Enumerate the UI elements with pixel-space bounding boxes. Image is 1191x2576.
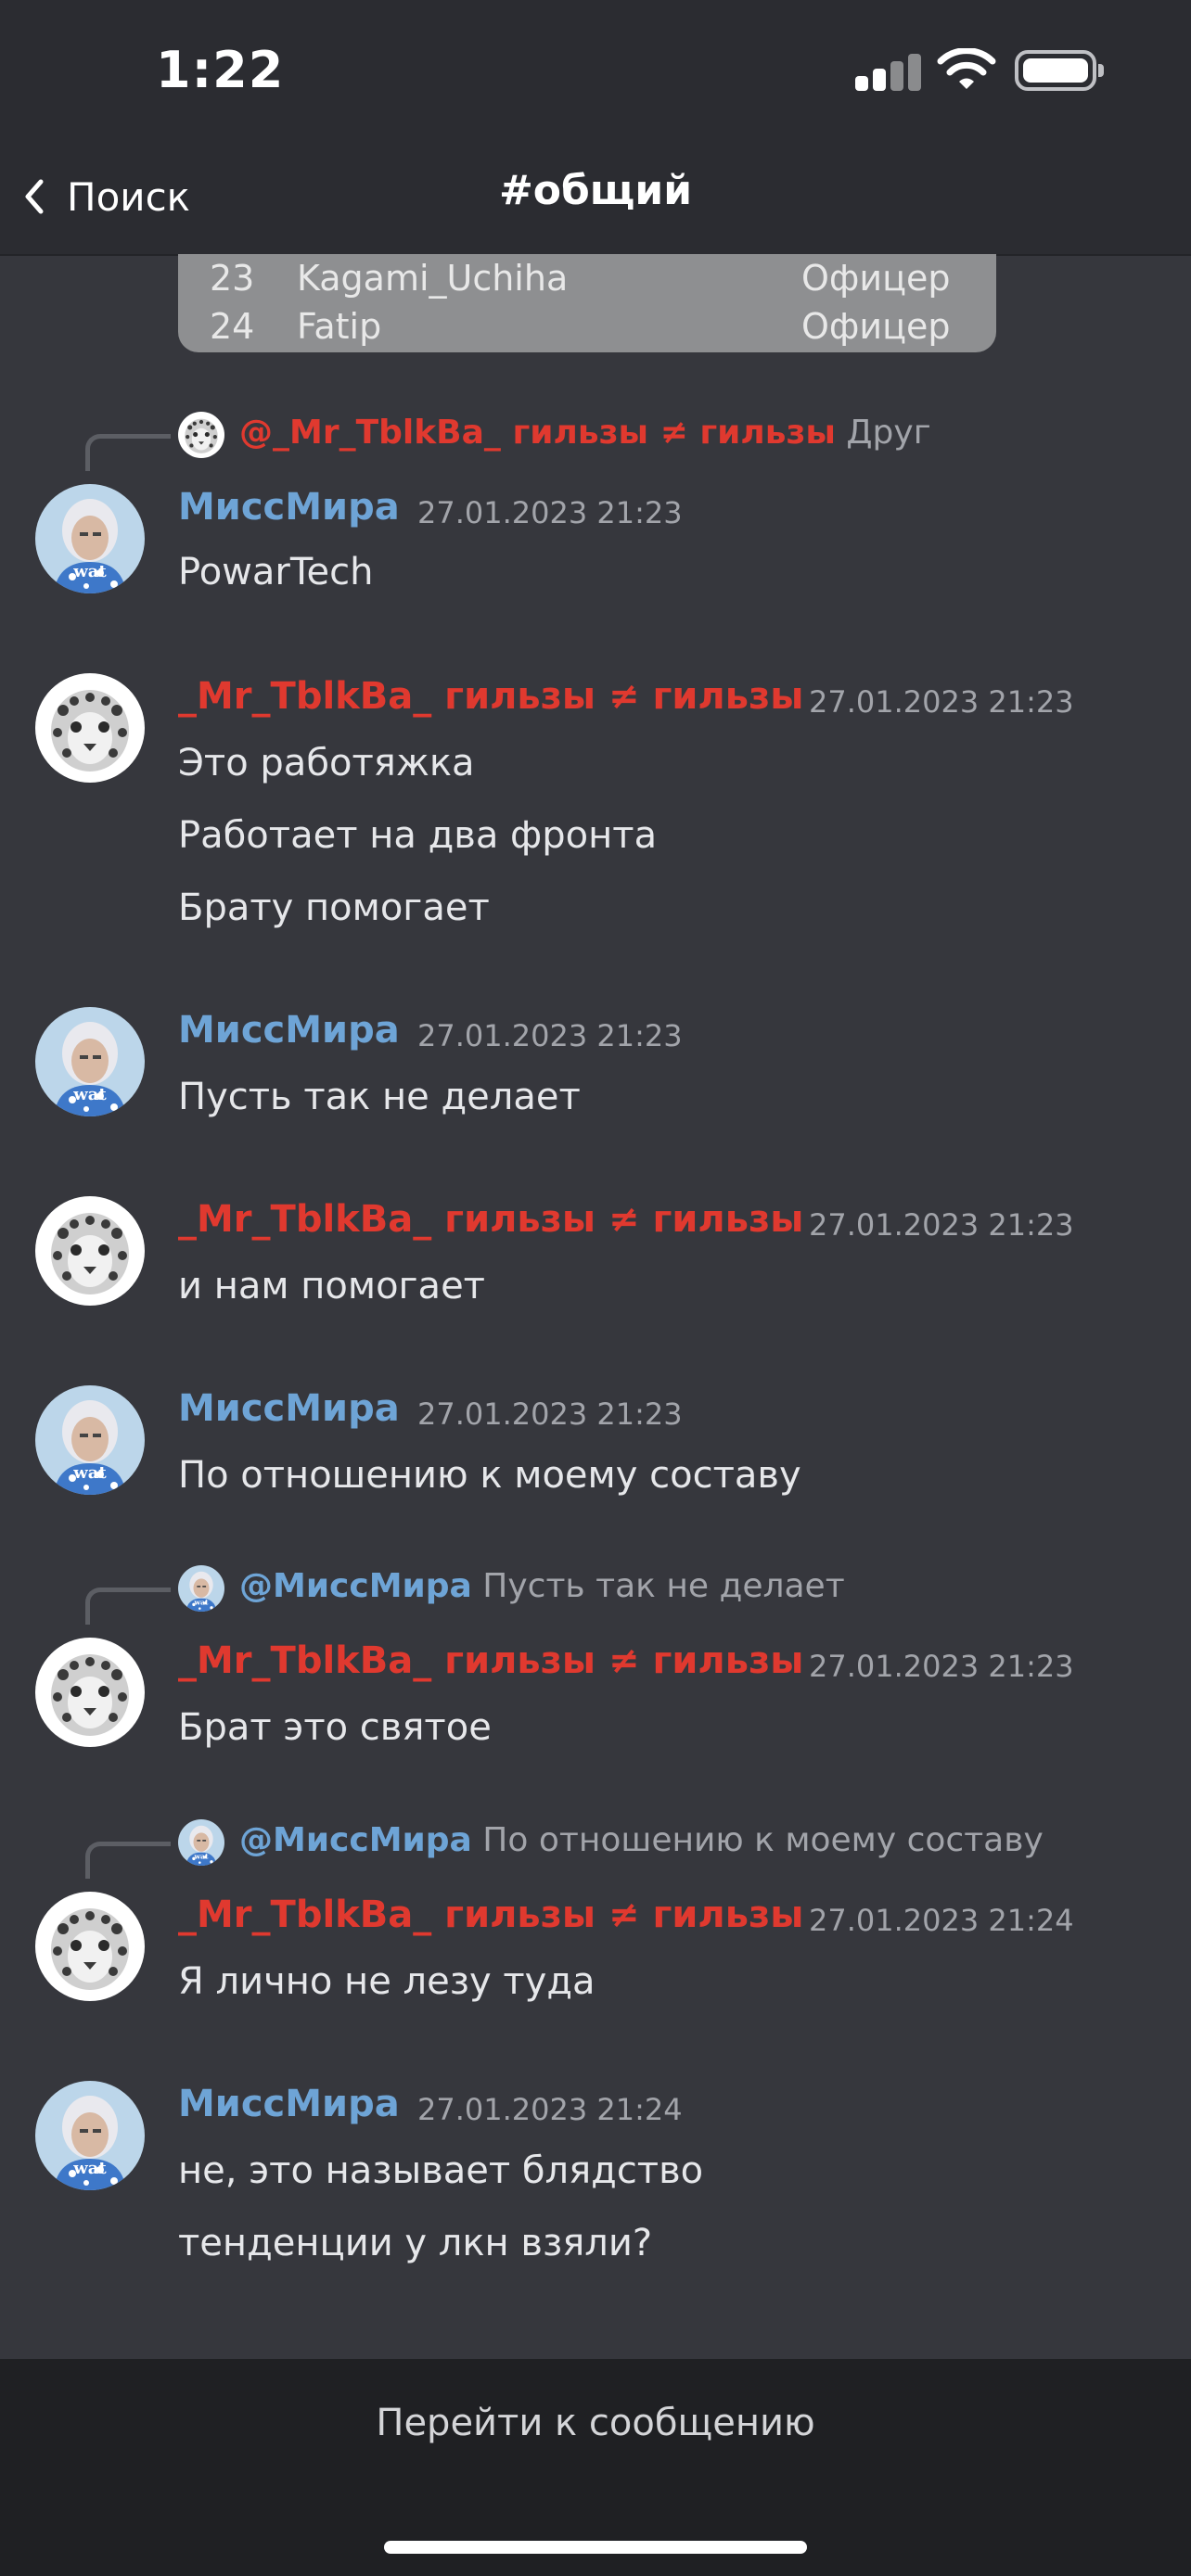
reply-text: @_Mr_TblkBa_ гильзы ≠ гильзы Друг [239, 414, 931, 452]
avatar[interactable] [35, 1638, 145, 1747]
battery-icon [1015, 50, 1104, 91]
message-text: не, это называет блядство [178, 2149, 704, 2192]
message-text: Брату помогает [178, 886, 490, 929]
row-rank: Офицер [801, 258, 951, 299]
cellular-signal-icon [855, 54, 922, 91]
reply-snippet: По отношению к моему составу [482, 1821, 1044, 1859]
avatar[interactable] [35, 1007, 145, 1116]
reply-text: @МиссМира Пусть так не делает [239, 1567, 845, 1605]
message-text: Пусть так не делает [178, 1076, 581, 1118]
message-text: Это работяжка [178, 742, 475, 784]
avatar-reply-granny [178, 1565, 224, 1612]
avatar-reply-granny [178, 1819, 224, 1866]
message-timestamp: 27.01.2023 21:23 [417, 1018, 683, 1053]
row-number: 23 [210, 258, 255, 299]
message-timestamp: 27.01.2023 21:23 [809, 1207, 1074, 1243]
reply-author: @МиссМира [239, 1567, 472, 1605]
wifi-icon [937, 48, 996, 89]
table-row: 23 Kagami_Uchiha Офицер [178, 254, 996, 302]
bottom-bar: Перейти к сообщению [0, 2359, 1191, 2576]
channel-title: #общий [498, 167, 693, 214]
message-timestamp: 27.01.2023 21:23 [417, 1396, 683, 1432]
message-author[interactable]: _Mr_TblkBa_ гильзы ≠ гильзы [178, 1894, 803, 1936]
avatar[interactable] [35, 2081, 145, 2190]
message-author[interactable]: МиссМира [178, 1009, 400, 1052]
avatar[interactable] [35, 673, 145, 783]
row-name: Kagami_Uchiha [297, 258, 569, 299]
message-text: По отношению к моему составу [178, 1454, 801, 1497]
status-bar: 1:22 [0, 0, 1191, 139]
reply-reference[interactable]: @МиссМира По отношению к моему составу [0, 1814, 1191, 1879]
message-author[interactable]: _Mr_TblkBa_ гильзы ≠ гильзы [178, 1639, 803, 1682]
reply-connector [85, 1842, 171, 1879]
message-author[interactable]: МиссМира [178, 486, 400, 529]
avatar-reply-leopard [178, 412, 224, 458]
message-text: тенденции у лкн взяли? [178, 2222, 653, 2264]
reply-text: @МиссМира По отношению к моему составу [239, 1821, 1044, 1859]
reply-author: @МиссМира [239, 1821, 472, 1859]
avatar[interactable] [35, 1385, 145, 1495]
message-author[interactable]: МиссМира [178, 2083, 400, 2125]
message-text: Работает на два фронта [178, 814, 658, 857]
message-timestamp: 27.01.2023 21:24 [809, 1903, 1074, 1938]
avatar[interactable] [35, 484, 145, 593]
home-indicator[interactable] [384, 2541, 807, 2554]
message-timestamp: 27.01.2023 21:23 [809, 684, 1074, 720]
embedded-table-image[interactable]: 23 Kagami_Uchiha Офицер 24 Fatip Офицер [178, 254, 996, 352]
message-author[interactable]: _Mr_TblkBa_ гильзы ≠ гильзы [178, 675, 803, 718]
message-text: Я лично не лезу туда [178, 1960, 596, 2003]
avatar[interactable] [35, 1196, 145, 1306]
message-text: PowarTech [178, 551, 374, 593]
reply-connector [85, 1588, 171, 1625]
reply-snippet: Друг [846, 414, 931, 452]
avatar[interactable] [35, 1892, 145, 2001]
reply-reference[interactable]: @_Mr_TblkBa_ гильзы ≠ гильзы Друг [0, 406, 1191, 471]
status-time: 1:22 [156, 41, 285, 99]
jump-to-message-button[interactable]: Перейти к сообщению [0, 2402, 1191, 2444]
message-author[interactable]: МиссМира [178, 1387, 400, 1430]
message-author[interactable]: _Mr_TblkBa_ гильзы ≠ гильзы [178, 1198, 803, 1241]
table-row: 24 Fatip Офицер [178, 302, 996, 351]
reply-author: @_Mr_TblkBa_ гильзы ≠ гильзы [239, 414, 836, 452]
row-rank: Офицер [801, 306, 951, 347]
reply-reference[interactable]: @МиссМира Пусть так не делает [0, 1560, 1191, 1625]
row-name: Fatip [297, 306, 382, 347]
reply-connector [85, 434, 171, 471]
nav-bar: Поиск #общий [0, 139, 1191, 256]
reply-snippet: Пусть так не делает [482, 1567, 845, 1605]
message-text: Брат это святое [178, 1706, 492, 1749]
message-text: и нам помогает [178, 1265, 485, 1307]
message-timestamp: 27.01.2023 21:24 [417, 2092, 683, 2127]
row-number: 24 [210, 306, 255, 347]
message-timestamp: 27.01.2023 21:23 [417, 495, 683, 530]
message-timestamp: 27.01.2023 21:23 [809, 1649, 1074, 1684]
